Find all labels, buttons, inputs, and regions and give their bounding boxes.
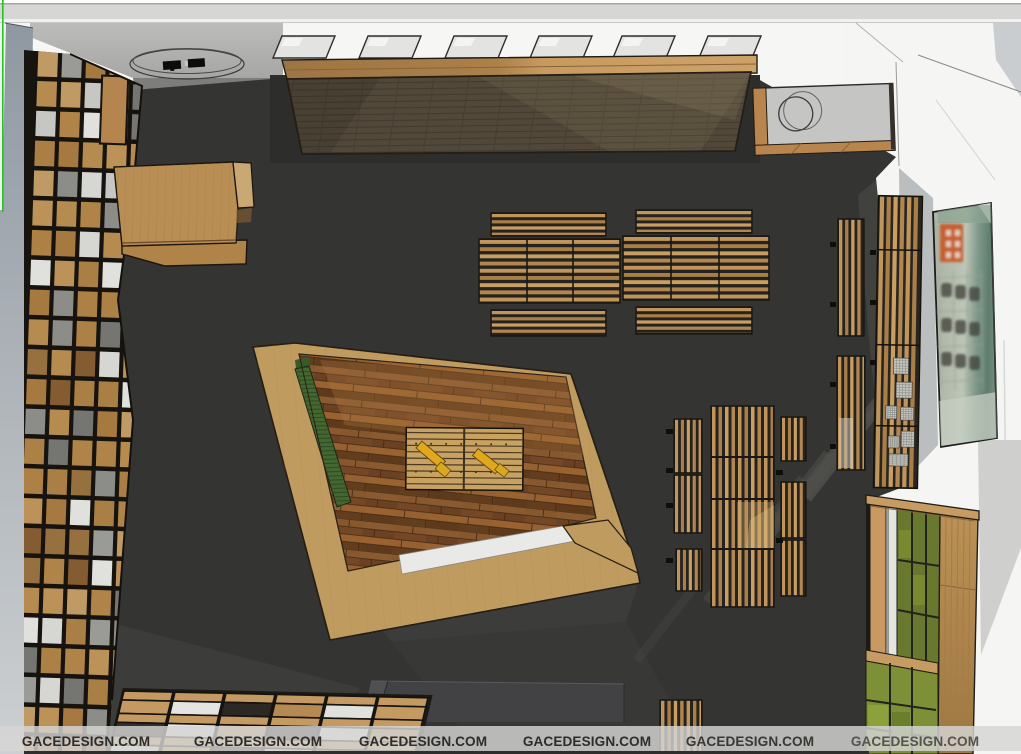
- svg-text:GACEDESIGN.COM: GACEDESIGN.COM: [523, 734, 651, 749]
- svg-text:GACEDESIGN.COM: GACEDESIGN.COM: [851, 734, 979, 749]
- svg-text:GACEDESIGN.COM: GACEDESIGN.COM: [686, 734, 814, 749]
- svg-text:GACEDESIGN.COM: GACEDESIGN.COM: [359, 734, 487, 749]
- svg-text:GACEDESIGN.COM: GACEDESIGN.COM: [22, 734, 150, 749]
- svg-text:GACEDESIGN.COM: GACEDESIGN.COM: [194, 734, 322, 749]
